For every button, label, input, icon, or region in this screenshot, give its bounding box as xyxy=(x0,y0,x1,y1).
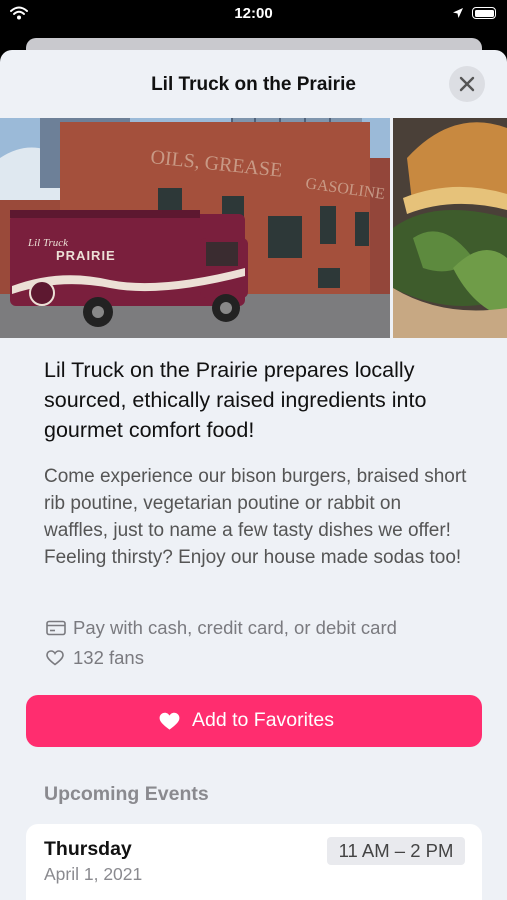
location-arrow-icon xyxy=(453,8,463,18)
bison-burger-photo[interactable] xyxy=(393,118,507,338)
fans-count: 132 fans xyxy=(73,647,144,668)
sheet-header: Lil Truck on the Prairie xyxy=(0,50,507,118)
photo-gallery[interactable]: OILS, GREASE GASOLINE Lil Truck PRAIRIE xyxy=(0,118,507,338)
truck-logo-line2: PRAIRIE xyxy=(56,248,116,263)
event-date: April 1, 2021 xyxy=(44,864,143,884)
food-truck-photo[interactable]: OILS, GREASE GASOLINE Lil Truck PRAIRIE xyxy=(0,118,390,338)
status-bar: 12:00 xyxy=(0,0,507,28)
event-time-badge: 11 AM – 2 PM xyxy=(327,837,465,865)
close-button[interactable] xyxy=(449,66,485,102)
add-to-favorites-button[interactable]: Add to Favorites xyxy=(26,695,482,747)
upcoming-events-heading: Upcoming Events xyxy=(44,783,209,805)
heart-outline-icon xyxy=(46,650,64,666)
truck-headline: Lil Truck on the Prairie prepares locall… xyxy=(44,358,427,442)
status-time: 12:00 xyxy=(234,5,273,22)
heart-icon xyxy=(159,712,180,730)
sheet-title: Lil Truck on the Prairie xyxy=(151,74,356,95)
credit-card-icon xyxy=(46,620,66,636)
battery-icon xyxy=(472,7,496,19)
event-day: Thursday xyxy=(44,838,132,860)
add-to-favorites-label: Add to Favorites xyxy=(192,709,334,731)
event-card[interactable]: Thursday April 1, 2021 11 AM – 2 PM xyxy=(26,824,482,900)
detail-sheet: Lil Truck on the Prairie OILS, GREASE GA… xyxy=(0,50,507,900)
truck-description: Come experience our bison burgers, brais… xyxy=(44,466,467,568)
close-icon xyxy=(459,76,475,92)
payment-text: Pay with cash, credit card, or debit car… xyxy=(73,617,397,638)
